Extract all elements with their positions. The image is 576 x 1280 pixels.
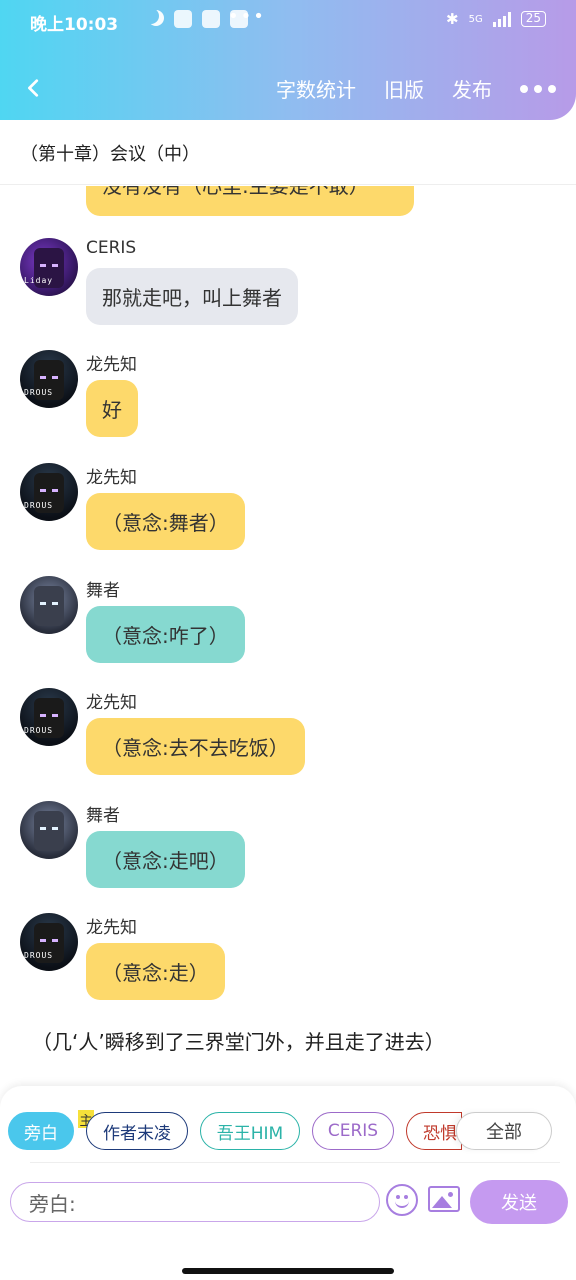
alarm-icon — [174, 10, 192, 28]
status-bar: 晚上10:03 ••• ✱ 5G 25 — [0, 0, 576, 40]
message-row: 舞者 （意念:走吧） — [0, 799, 576, 899]
composer: 旁白 主 作者末凌 吾王HIM CERIS 恐惧 全部 旁白: 发送 — [0, 1086, 576, 1280]
message-bubble[interactable]: （意念:走） — [86, 943, 225, 1000]
status-right: ✱ 5G 25 — [446, 10, 546, 28]
nav-actions: 字数统计 旧版 发布 — [276, 74, 556, 103]
chapter-title[interactable]: （第十章）会议（中） — [20, 140, 200, 166]
sender-name: 龙先知 — [86, 693, 137, 713]
message-bubble[interactable]: 那就走吧，叫上舞者 — [86, 268, 298, 325]
message-row: 舞者 （意念:咋了） — [0, 574, 576, 674]
role-chip-ceris[interactable]: CERIS — [312, 1112, 394, 1150]
message-row: DROUS 龙先知 （意念:走） — [0, 911, 576, 1011]
role-chip-fear[interactable]: 恐惧 — [406, 1112, 462, 1150]
publish-button[interactable]: 发布 — [452, 74, 492, 103]
message-row: Liday CERIS 那就走吧，叫上舞者 — [0, 236, 576, 336]
avatar[interactable]: DROUS — [20, 350, 78, 408]
avatar[interactable]: Liday — [20, 238, 78, 296]
bluetooth-icon: ✱ — [446, 10, 459, 28]
role-chip-narrator[interactable]: 旁白 — [8, 1112, 74, 1150]
image-icon[interactable] — [428, 1186, 460, 1212]
sender-name: 龙先知 — [86, 918, 137, 938]
message-bubble[interactable]: 好 — [86, 380, 138, 437]
network-label: 5G — [468, 13, 483, 25]
role-chip-author[interactable]: 作者末凌 — [86, 1112, 188, 1150]
app-root: 晚上10:03 ••• ✱ 5G 25 字数统计 旧版 发布 （第十章）会议（中… — [0, 0, 576, 1280]
message-bubble[interactable]: （意念:咋了） — [86, 606, 245, 663]
signal-icon — [492, 11, 511, 27]
message-row: DROUS 龙先知 好 — [0, 348, 576, 448]
sender-name: 舞者 — [86, 581, 120, 601]
divider — [0, 184, 576, 185]
status-time: 晚上10:03 — [30, 15, 119, 35]
sender-name: 龙先知 — [86, 355, 137, 375]
header: 晚上10:03 ••• ✱ 5G 25 字数统计 旧版 发布 — [0, 0, 576, 120]
sender-name: 龙先知 — [86, 468, 137, 488]
back-button[interactable] — [16, 70, 52, 106]
message-row: DROUS 龙先知 （意念:舞者） — [0, 461, 576, 561]
moon-icon — [148, 10, 164, 26]
sender-name: CERIS — [86, 238, 137, 258]
role-chip-him[interactable]: 吾王HIM — [200, 1112, 300, 1150]
message-row: DROUS 龙先知 （意念:去不去吃饭） — [0, 686, 576, 786]
more-notifications-icon: ••• — [228, 6, 266, 27]
all-roles-button[interactable]: 全部 — [456, 1112, 552, 1150]
narration-text[interactable]: （几‘人’瞬移到了三界堂门外，并且走了进去） — [32, 1026, 445, 1055]
avatar[interactable]: DROUS — [20, 463, 78, 521]
nav-bar: 字数统计 旧版 发布 — [0, 60, 576, 116]
word-count-button[interactable]: 字数统计 — [276, 74, 356, 103]
sender-name: 舞者 — [86, 806, 120, 826]
chevron-left-icon — [28, 79, 39, 97]
message-bubble[interactable]: （意念:走吧） — [86, 831, 245, 888]
more-icon[interactable] — [520, 84, 556, 93]
message-input[interactable]: 旁白: — [10, 1182, 380, 1222]
avatar[interactable]: DROUS — [20, 688, 78, 746]
message-bubble[interactable]: （意念:去不去吃饭） — [86, 718, 305, 775]
role-selector: 旁白 主 作者末凌 吾王HIM CERIS 恐惧 全部 — [0, 1110, 576, 1152]
message-bubble[interactable]: （意念:舞者） — [86, 493, 245, 550]
emoji-icon[interactable] — [386, 1184, 418, 1216]
app-icon — [202, 10, 220, 28]
home-indicator — [182, 1268, 394, 1274]
old-version-button[interactable]: 旧版 — [384, 74, 424, 103]
avatar[interactable]: DROUS — [20, 913, 78, 971]
avatar[interactable] — [20, 801, 78, 859]
send-button[interactable]: 发送 — [470, 1180, 568, 1224]
divider — [30, 1162, 560, 1163]
avatar[interactable] — [20, 576, 78, 634]
battery-icon: 25 — [520, 11, 546, 27]
